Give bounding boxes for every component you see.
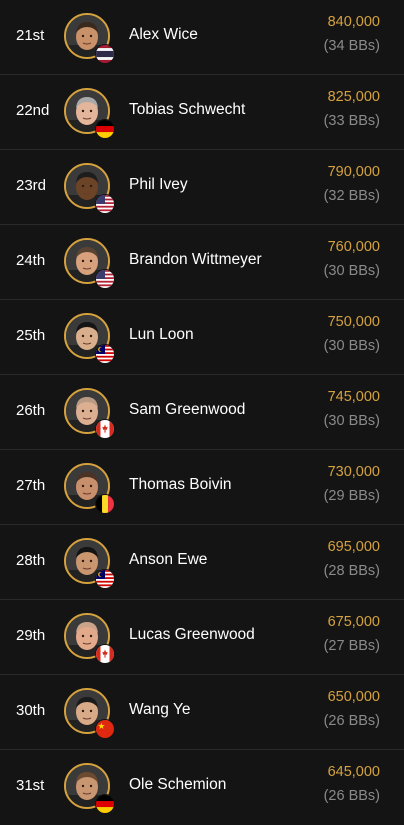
usa-flag-icon [95,269,115,289]
chip-count: 760,000 [327,239,380,255]
player-rank: 24th [16,252,46,269]
player-name[interactable]: Thomas Boivin [129,476,232,494]
player-name[interactable]: Wang Ye [129,701,190,719]
player-row: 21st Alex Wice 840,000 (34 BBs) [0,0,404,75]
player-name[interactable]: Lucas Greenwood [129,626,255,644]
chip-count-list: 21st Alex Wice 840,000 (34 BBs) 22nd Tobias S… [0,0,404,818]
player-rank: 26th [16,402,46,419]
player-rank: 29th [16,627,46,644]
canada-flag-icon [95,644,115,664]
big-blinds-count: (32 BBs) [323,188,380,204]
player-rank: 25th [16,327,46,344]
player-rank: 21st [16,27,45,44]
player-name[interactable]: Sam Greenwood [129,401,245,419]
thailand-flag-icon [95,44,115,64]
player-name[interactable]: Brandon Wittmeyer [129,251,262,269]
player-row: 31st Ole Schemion 645,000 (26 BBs) [0,750,404,825]
player-name[interactable]: Alex Wice [129,26,198,44]
big-blinds-count: (30 BBs) [323,338,380,354]
chip-count: 645,000 [327,764,380,780]
big-blinds-count: (28 BBs) [323,563,380,579]
chip-count: 840,000 [327,14,380,30]
chip-count: 695,000 [327,539,380,555]
big-blinds-count: (27 BBs) [323,638,380,654]
chip-count: 745,000 [327,389,380,405]
china-flag-icon [95,719,115,739]
big-blinds-count: (29 BBs) [323,488,380,504]
player-row: 28th Anson Ewe 695,000 (28 BBs) [0,525,404,600]
player-row: 23rd Phil Ivey 790,000 (32 BBs) [0,150,404,225]
big-blinds-count: (26 BBs) [323,713,380,729]
player-row: 24th Brandon Wittmeyer 760,000 (30 BBs) [0,225,404,300]
big-blinds-count: (30 BBs) [323,263,380,279]
player-row: 27th Thomas Boivin 730,000 (29 BBs) [0,450,404,525]
chip-count: 750,000 [327,314,380,330]
belgium-flag-icon [95,494,115,514]
chip-count: 675,000 [327,614,380,630]
big-blinds-count: (33 BBs) [323,113,380,129]
player-rank: 27th [16,477,46,494]
chip-count: 790,000 [327,164,380,180]
player-name[interactable]: Anson Ewe [129,551,207,569]
player-rank: 23rd [16,177,47,194]
germany-flag-icon [95,794,115,814]
malaysia-flag-icon [95,569,115,589]
player-name[interactable]: Tobias Schwecht [129,101,245,119]
player-rank: 22nd [16,102,50,119]
player-row: 25th Lun Loon 750,000 (30 BBs) [0,300,404,375]
player-row: 30th Wang Ye 650,000 (26 BBs) [0,675,404,750]
player-row: 26th Sam Greenwood 745,000 (30 BBs) [0,375,404,450]
player-row: 29th Lucas Greenwood 675,000 (27 BBs) [0,600,404,675]
player-name[interactable]: Phil Ivey [129,176,188,194]
malaysia-flag-icon [95,344,115,364]
big-blinds-count: (30 BBs) [323,413,380,429]
chip-count: 730,000 [327,464,380,480]
player-rank: 30th [16,702,46,719]
usa-flag-icon [95,194,115,214]
player-row: 22nd Tobias Schwecht 825,000 (33 BBs) [0,75,404,150]
player-rank: 31st [16,777,45,794]
chip-count: 650,000 [327,689,380,705]
canada-flag-icon [95,419,115,439]
player-name[interactable]: Lun Loon [129,326,194,344]
big-blinds-count: (34 BBs) [323,38,380,54]
player-rank: 28th [16,552,46,569]
big-blinds-count: (26 BBs) [323,788,380,804]
germany-flag-icon [95,119,115,139]
player-name[interactable]: Ole Schemion [129,776,226,794]
chip-count: 825,000 [327,89,380,105]
